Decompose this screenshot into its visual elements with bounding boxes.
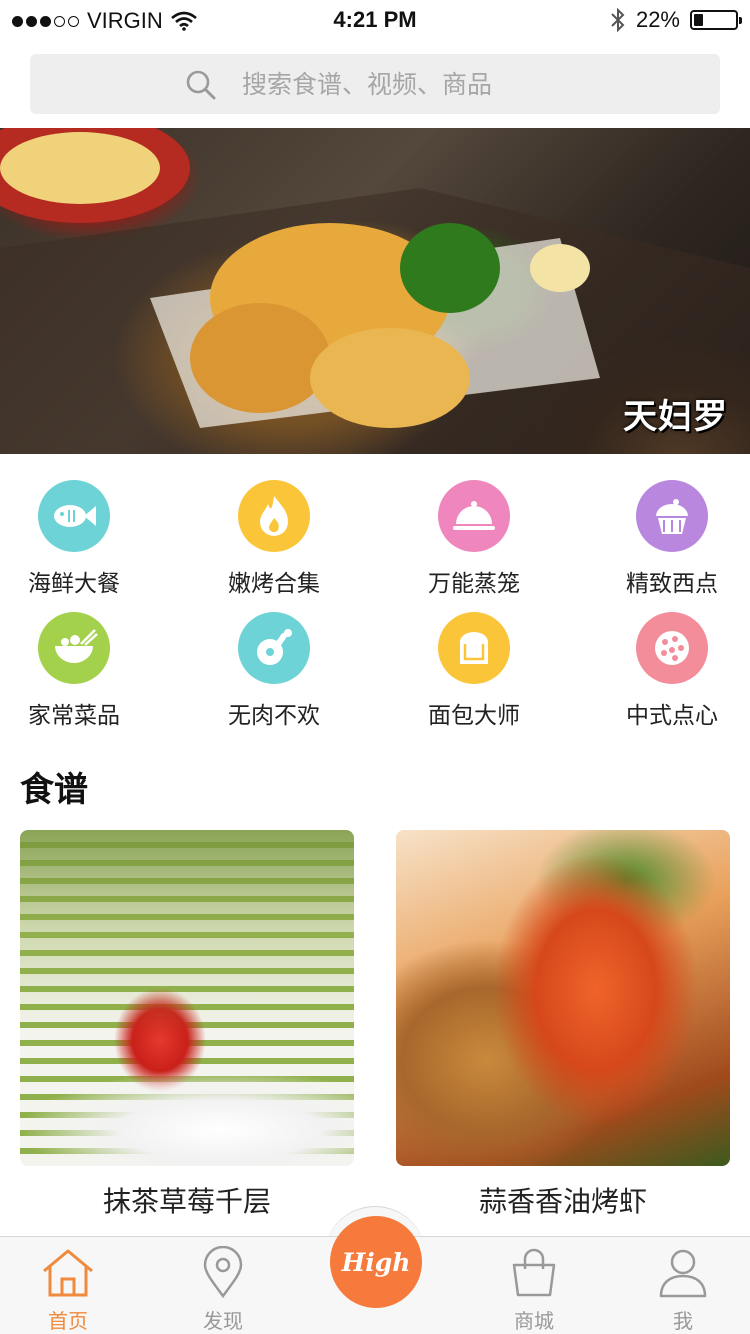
battery-icon — [690, 10, 742, 30]
recipe-title: 蒜香香油烤虾 — [478, 1185, 647, 1218]
grilled-shrimp-image — [396, 830, 730, 1166]
category-pastry[interactable]: 精致西点 — [592, 480, 750, 598]
tab-label: 发现 — [203, 1309, 243, 1333]
bluetooth-icon — [611, 7, 625, 33]
category-label: 万能蒸笼 — [428, 571, 520, 597]
status-right: 22% — [610, 7, 742, 33]
category-label: 家常菜品 — [28, 703, 120, 729]
high-center-button[interactable]: High — [330, 1216, 422, 1308]
category-circle — [38, 612, 110, 684]
tab-discover[interactable]: 发现 — [163, 1245, 283, 1334]
category-circle — [438, 480, 510, 552]
category-grid: 海鲜大餐 嫩烤合集 万能蒸笼 精致西点 家常菜品 无肉不欢 面包大师 中式点心 — [0, 470, 750, 740]
category-steamer[interactable]: 万能蒸笼 — [394, 480, 554, 598]
status-bar: VIRGIN 4:21 PM 22% — [0, 0, 750, 42]
fish-icon — [54, 505, 96, 527]
category-label: 中式点心 — [626, 703, 718, 729]
category-circle — [238, 612, 310, 684]
bowl-icon — [55, 629, 98, 663]
tab-label: 首页 — [48, 1309, 88, 1333]
tab-me[interactable]: 我 — [623, 1245, 743, 1334]
bread-icon — [460, 632, 488, 664]
matcha-crepe-cake-image — [20, 830, 354, 1166]
tab-label: 商城 — [514, 1309, 554, 1333]
cloche-icon — [453, 501, 495, 530]
recipes-section-title: 食谱 — [20, 770, 88, 810]
featured-banner[interactable]: 天妇罗 — [0, 128, 750, 454]
search-icon — [186, 70, 216, 100]
category-circle — [636, 480, 708, 552]
cupcake-icon — [656, 499, 688, 534]
recipe-card[interactable]: 抹茶草莓千层 — [20, 830, 354, 1220]
battery-percent: 22% — [635, 7, 680, 32]
location-pin-icon — [203, 1246, 243, 1299]
category-meat[interactable]: 无肉不欢 — [194, 612, 354, 730]
tab-home[interactable]: 首页 — [8, 1245, 128, 1334]
search-input[interactable] — [242, 54, 702, 114]
category-label: 精致西点 — [626, 571, 718, 597]
search-bar[interactable] — [30, 54, 720, 114]
category-bread[interactable]: 面包大师 — [394, 612, 554, 730]
category-seafood[interactable]: 海鲜大餐 — [0, 480, 154, 598]
banner-caption: 天妇罗 — [623, 397, 728, 437]
category-label: 嫩烤合集 — [228, 571, 320, 597]
home-icon — [43, 1249, 93, 1297]
category-grill[interactable]: 嫩烤合集 — [194, 480, 354, 598]
tab-mall[interactable]: 商城 — [474, 1245, 594, 1334]
drumstick-icon — [257, 629, 292, 665]
dimsum-icon — [655, 631, 689, 665]
flame-icon — [260, 496, 288, 536]
shopping-bag-icon — [512, 1248, 556, 1297]
recipe-title: 抹茶草莓千层 — [102, 1185, 271, 1218]
recipe-card[interactable]: 蒜香香油烤虾 — [396, 830, 730, 1220]
category-label: 面包大师 — [428, 703, 520, 729]
category-circle — [636, 612, 708, 684]
category-dimsum[interactable]: 中式点心 — [592, 612, 750, 730]
category-label: 无肉不欢 — [228, 703, 320, 729]
category-home-cooking[interactable]: 家常菜品 — [0, 612, 154, 730]
tab-label: 我 — [673, 1309, 693, 1333]
user-icon — [659, 1249, 707, 1298]
category-circle — [438, 612, 510, 684]
battery-level — [694, 14, 703, 26]
category-label: 海鲜大餐 — [28, 571, 120, 597]
category-circle — [38, 480, 110, 552]
category-circle — [238, 480, 310, 552]
